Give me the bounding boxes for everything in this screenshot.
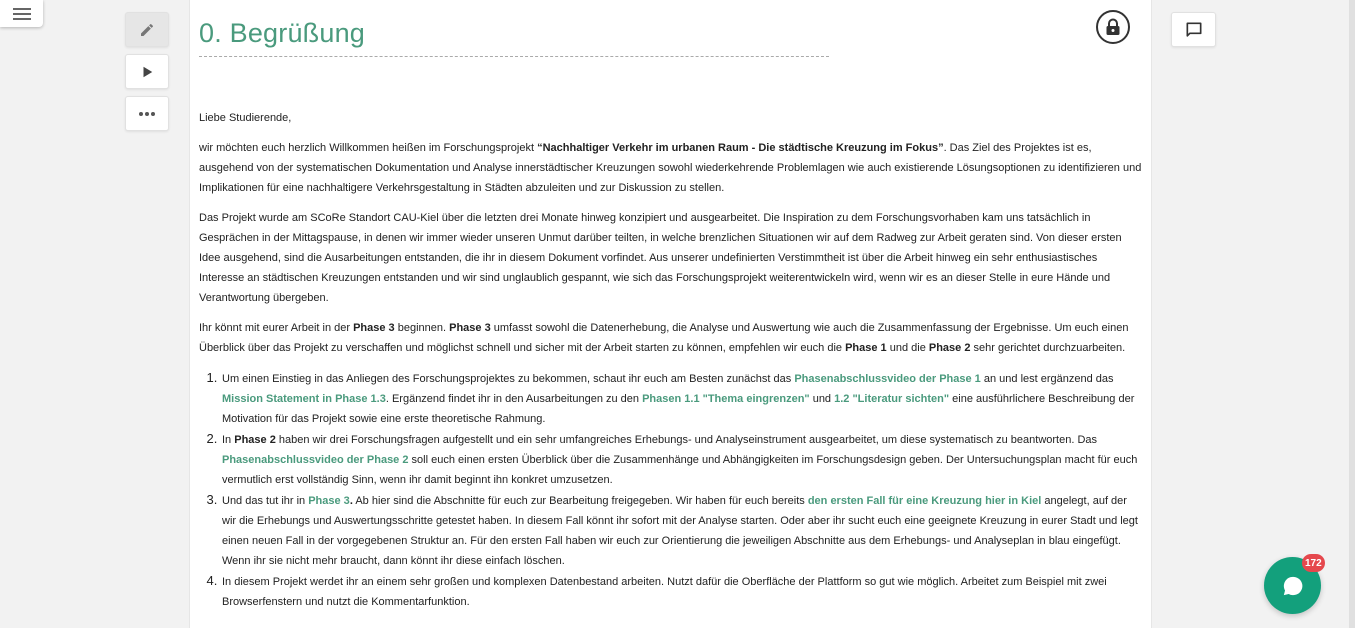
more-horizontal-icon xyxy=(139,111,155,116)
text: und die xyxy=(886,342,929,354)
chat-bubble-icon xyxy=(1283,576,1302,595)
comment-icon xyxy=(1186,22,1201,37)
document-body: Liebe Studierende, wir möchten euch herz… xyxy=(199,108,1143,612)
link-phase-1-1[interactable]: Phasen 1.1 "Thema eingrenzen" xyxy=(642,393,810,405)
text: wir möchten euch herzlich Willkommen hei… xyxy=(199,142,538,154)
paragraph-background: Das Projekt wurde am SCoRe Standort CAU-… xyxy=(199,212,1122,304)
paragraph-phases: Ihr könnt mit eurer Arbeit in der Phase … xyxy=(199,318,1143,358)
text: haben wir drei Forschungsfragen aufgeste… xyxy=(275,434,1098,446)
steps-list: Um einen Einstieg in das Anliegen des Fo… xyxy=(199,368,1143,612)
menu-button[interactable] xyxy=(0,0,43,27)
text: In diesem Projekt werdet ihr an einem se… xyxy=(222,576,1107,608)
bold-text: Phase 3 xyxy=(449,322,491,334)
list-item: In Phase 2 haben wir drei Forschungsfrag… xyxy=(221,429,1143,490)
text: In xyxy=(222,434,235,446)
project-title-bold: “Nachhaltiger Verkehr im urbanen Raum - … xyxy=(537,142,944,154)
text: . Ergänzend findet ihr in den Ausarbeitu… xyxy=(385,393,643,405)
paragraph-intro: wir möchten euch herzlich Willkommen hei… xyxy=(199,138,1143,198)
edit-button[interactable] xyxy=(125,12,169,47)
bold-text: Phase 2 xyxy=(234,434,276,446)
more-button[interactable] xyxy=(125,96,169,131)
text: an und lest ergänzend das xyxy=(980,373,1114,385)
play-button[interactable] xyxy=(125,54,169,89)
text: Um einen Einstieg in das Anliegen des Fo… xyxy=(222,373,795,385)
hamburger-icon xyxy=(12,7,31,20)
link-first-case-kiel[interactable]: den ersten Fall für eine Kreuzung hier i… xyxy=(808,495,1042,507)
link-phase1-video[interactable]: Phasenabschlussvideo der Phase 1 xyxy=(794,373,980,385)
list-item: In diesem Projekt werdet ihr an einem se… xyxy=(221,571,1143,612)
play-icon xyxy=(143,66,153,77)
page-title: 0. Begrüßung xyxy=(199,18,829,57)
bold-text: Phase 2 xyxy=(928,342,971,354)
link-phase2-video[interactable]: Phasenabschlussvideo der Phase 2 xyxy=(222,454,408,466)
list-item: Um einen Einstieg in das Anliegen des Fo… xyxy=(221,368,1143,429)
chat-notification-badge: 172 xyxy=(1302,554,1325,572)
greeting: Liebe Studierende, xyxy=(199,112,292,124)
text: sehr gerichtet durchzuarbeiten. xyxy=(970,342,1126,354)
link-phase-3[interactable]: Phase 3 xyxy=(308,495,350,507)
section-toolbar xyxy=(125,12,169,138)
scrollbar[interactable] xyxy=(1349,0,1355,628)
text: und xyxy=(809,393,835,405)
bold-text: Phase 1 xyxy=(845,342,887,354)
text: Ihr könnt mit eurer Arbeit in der xyxy=(199,322,354,334)
lock-button[interactable] xyxy=(1096,10,1130,44)
list-item: Und das tut ihr in Phase 3. Ab hier sind… xyxy=(221,490,1143,571)
link-phase-1-2[interactable]: 1.2 "Literatur sichten" xyxy=(834,393,949,405)
lock-icon xyxy=(1106,18,1120,35)
document-panel: 0. Begrüßung Liebe Studierende, wir möch… xyxy=(189,0,1152,628)
bold-text: Phase 3 xyxy=(353,322,395,334)
text: Und das tut ihr in xyxy=(222,495,309,507)
comments-button[interactable] xyxy=(1171,12,1216,47)
text: beginnen. xyxy=(394,322,450,334)
link-mission-statement[interactable]: Mission Statement in Phase 1.3 xyxy=(222,393,386,405)
text: Ab hier sind die Abschnitte für euch zur… xyxy=(352,495,808,507)
pencil-icon xyxy=(141,23,153,36)
